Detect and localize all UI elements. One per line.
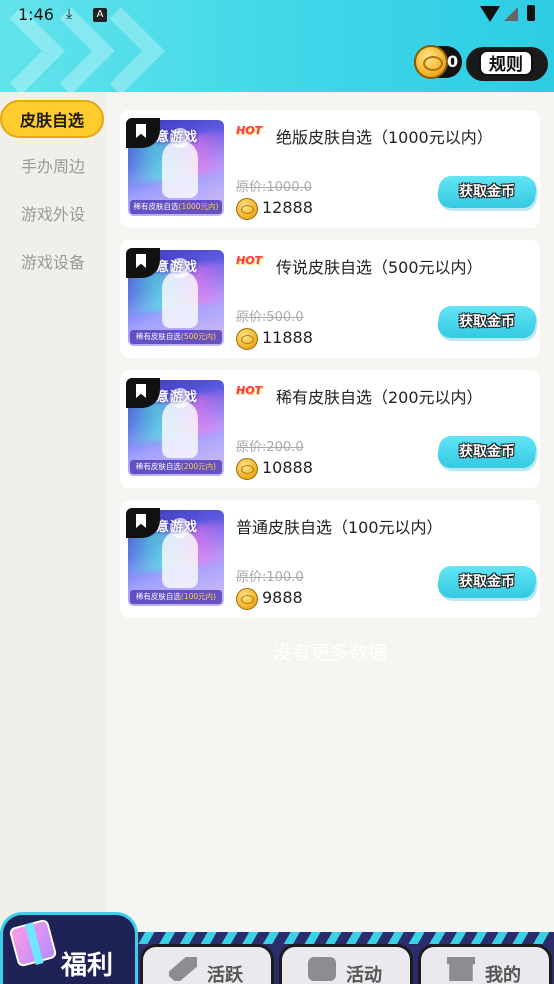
wifi-icon [480,6,500,22]
sidebar-item-skins[interactable]: 皮肤自选 [0,100,104,138]
get-coins-button[interactable]: 获取金币 [435,436,539,468]
product-list: 任意游戏 稀有皮肤自选(1000元内) HOT 绝版皮肤自选（1000元以内） … [106,92,554,932]
sidebar-item-devices[interactable]: 游戏设备 [0,244,106,282]
rules-button[interactable]: 规则 [466,47,548,81]
gamepad-icon [308,957,336,981]
sidebar-item-peripherals[interactable]: 游戏外设 [0,196,106,234]
category-sidebar: 皮肤自选 手办周边 游戏外设 游戏设备 [0,92,106,932]
product-title: 稀有皮肤自选（200元以内） [276,388,483,407]
thumb-caption: 稀有皮肤自选(100元内) [130,590,222,604]
product-card[interactable]: 任意游戏 稀有皮肤自选(500元内) HOT 传说皮肤自选（500元以内） 原价… [120,240,540,358]
tab-welfare[interactable]: 福利 [0,912,138,984]
coin-price: 10888 [262,458,313,477]
battery-icon [527,5,535,21]
nav-stripes-decoration [138,932,554,944]
signal-icon [504,7,518,21]
thumb-caption: 稀有皮肤自选(1000元内) [130,200,222,214]
download-icon: ⤓ [66,6,73,22]
hot-icon: HOT [236,254,263,267]
list-end-text: 没有更多数据 [272,642,387,664]
status-time: 1:46 [18,5,54,24]
product-title: 普通皮肤自选（100元以内） [236,518,443,537]
sidebar-item-figures[interactable]: 手办周边 [0,148,106,186]
box-icon [447,957,475,981]
tab-events-label: 活动 [346,965,382,984]
product-title: 绝版皮肤自选（1000元以内） [276,128,493,147]
tab-active[interactable]: 活跃 [140,944,274,984]
original-price: 原价:500.0 [236,310,304,325]
status-bar: 1:46 ⤓ A [0,0,554,30]
coin-icon [236,588,258,610]
coin-icon [236,458,258,480]
coin-count: 0 [447,52,459,71]
product-card[interactable]: 任意游戏 稀有皮肤自选(100元内) 普通皮肤自选（100元以内） 原价:100… [120,500,540,618]
coin-icon [236,198,258,220]
coin-price: 12888 [262,198,313,217]
tab-events[interactable]: 活动 [279,944,413,984]
thumb-caption: 稀有皮肤自选(500元内) [130,330,222,344]
product-card[interactable]: 任意游戏 稀有皮肤自选(200元内) HOT 稀有皮肤自选（200元以内） 原价… [120,370,540,488]
original-price: 原价:200.0 [236,440,304,455]
tab-mine-label: 我的 [485,965,521,984]
rocket-icon [169,957,197,981]
a-notification-icon: A [93,8,107,22]
tab-active-label: 活跃 [207,965,243,984]
get-coins-button[interactable]: 获取金币 [435,566,539,598]
coin-price: 9888 [262,588,303,607]
coin-icon [414,45,448,79]
thumb-caption: 稀有皮肤自选(200元内) [130,460,222,474]
get-coins-button[interactable]: 获取金币 [435,306,539,338]
original-price: 原价:1000.0 [236,180,312,195]
original-price: 原价:100.0 [236,570,304,585]
hot-icon: HOT [236,384,263,397]
gift-icon [8,918,58,968]
tab-welfare-label: 福利 [61,951,114,981]
get-coins-button[interactable]: 获取金币 [435,176,539,208]
hot-icon: HOT [236,124,263,137]
tab-mine[interactable]: 我的 [418,944,552,984]
header: 1:46 ⤓ A 0 规则 [0,0,554,92]
coin-icon [236,328,258,350]
product-card[interactable]: 任意游戏 稀有皮肤自选(1000元内) HOT 绝版皮肤自选（1000元以内） … [120,110,540,228]
coin-price: 11888 [262,328,313,347]
rules-label: 规则 [479,50,533,76]
product-title: 传说皮肤自选（500元以内） [276,258,483,277]
